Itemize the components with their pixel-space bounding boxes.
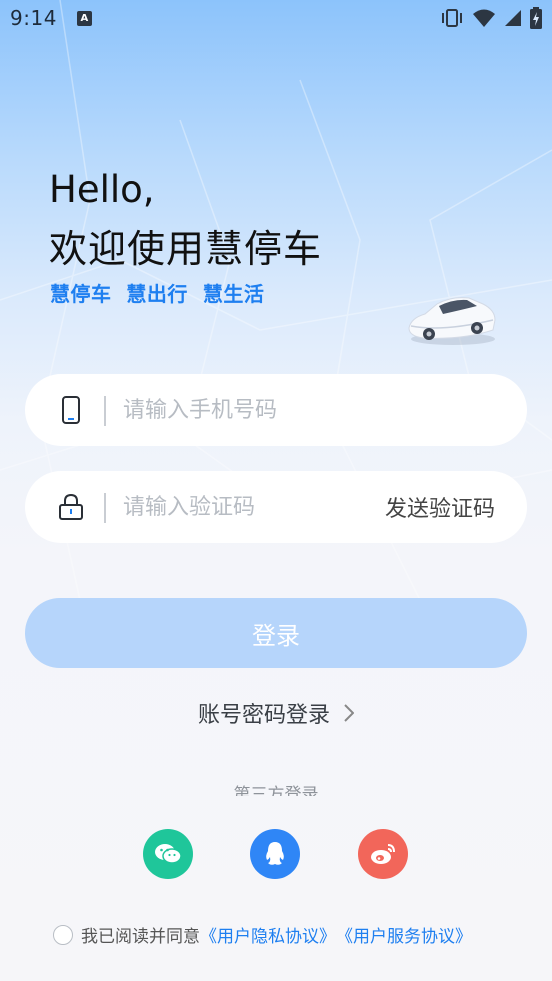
weibo-login-button[interactable] <box>358 829 408 879</box>
vibrate-icon <box>442 9 462 27</box>
status-icons <box>440 7 542 29</box>
status-time: 9:14 <box>10 6 57 30</box>
wechat-login-button[interactable] <box>143 829 193 879</box>
privacy-agreement-link[interactable]: 《用户隐私协议》 <box>200 922 336 947</box>
agreement-row: 我已阅读并同意 《用户隐私协议》 《用户服务协议》 <box>53 922 472 947</box>
signal-icon <box>505 10 521 26</box>
service-agreement-link[interactable]: 《用户服务协议》 <box>336 922 472 947</box>
password-login-link[interactable]: 账号密码登录 <box>0 697 552 729</box>
qq-icon <box>266 842 284 865</box>
third-party-title: 第三方登录 <box>233 785 319 796</box>
hello-text: Hello, <box>49 168 155 211</box>
notification-icon: A <box>76 10 92 26</box>
welcome-title: 欢迎使用慧停车 <box>49 227 323 271</box>
agreement-prefix: 我已阅读并同意 <box>81 927 200 947</box>
car-illustration <box>408 297 496 345</box>
battery-icon <box>530 7 542 29</box>
qq-login-button[interactable] <box>250 829 300 879</box>
code-input[interactable] <box>123 489 383 525</box>
status-bar: 9:14 A <box>0 0 552 36</box>
send-code-button[interactable]: 发送验证码 <box>385 491 495 523</box>
login-button[interactable]: 登录 <box>25 598 527 668</box>
phone-icon <box>62 396 80 424</box>
weibo-icon <box>371 844 395 864</box>
slogan-text: 慧停车 慧出行 慧生活 <box>50 282 265 306</box>
phone-field[interactable] <box>25 374 527 446</box>
code-field[interactable]: 发送验证码 <box>25 471 527 543</box>
field-divider <box>104 493 106 523</box>
chevron-right-icon <box>344 704 354 722</box>
wechat-icon <box>155 844 182 864</box>
lock-icon <box>59 493 83 520</box>
phone-input[interactable] <box>123 392 383 428</box>
agreement-checkbox[interactable] <box>53 924 73 945</box>
field-divider <box>104 396 106 426</box>
password-login-label: 账号密码登录 <box>197 703 330 728</box>
wifi-icon <box>473 9 495 27</box>
